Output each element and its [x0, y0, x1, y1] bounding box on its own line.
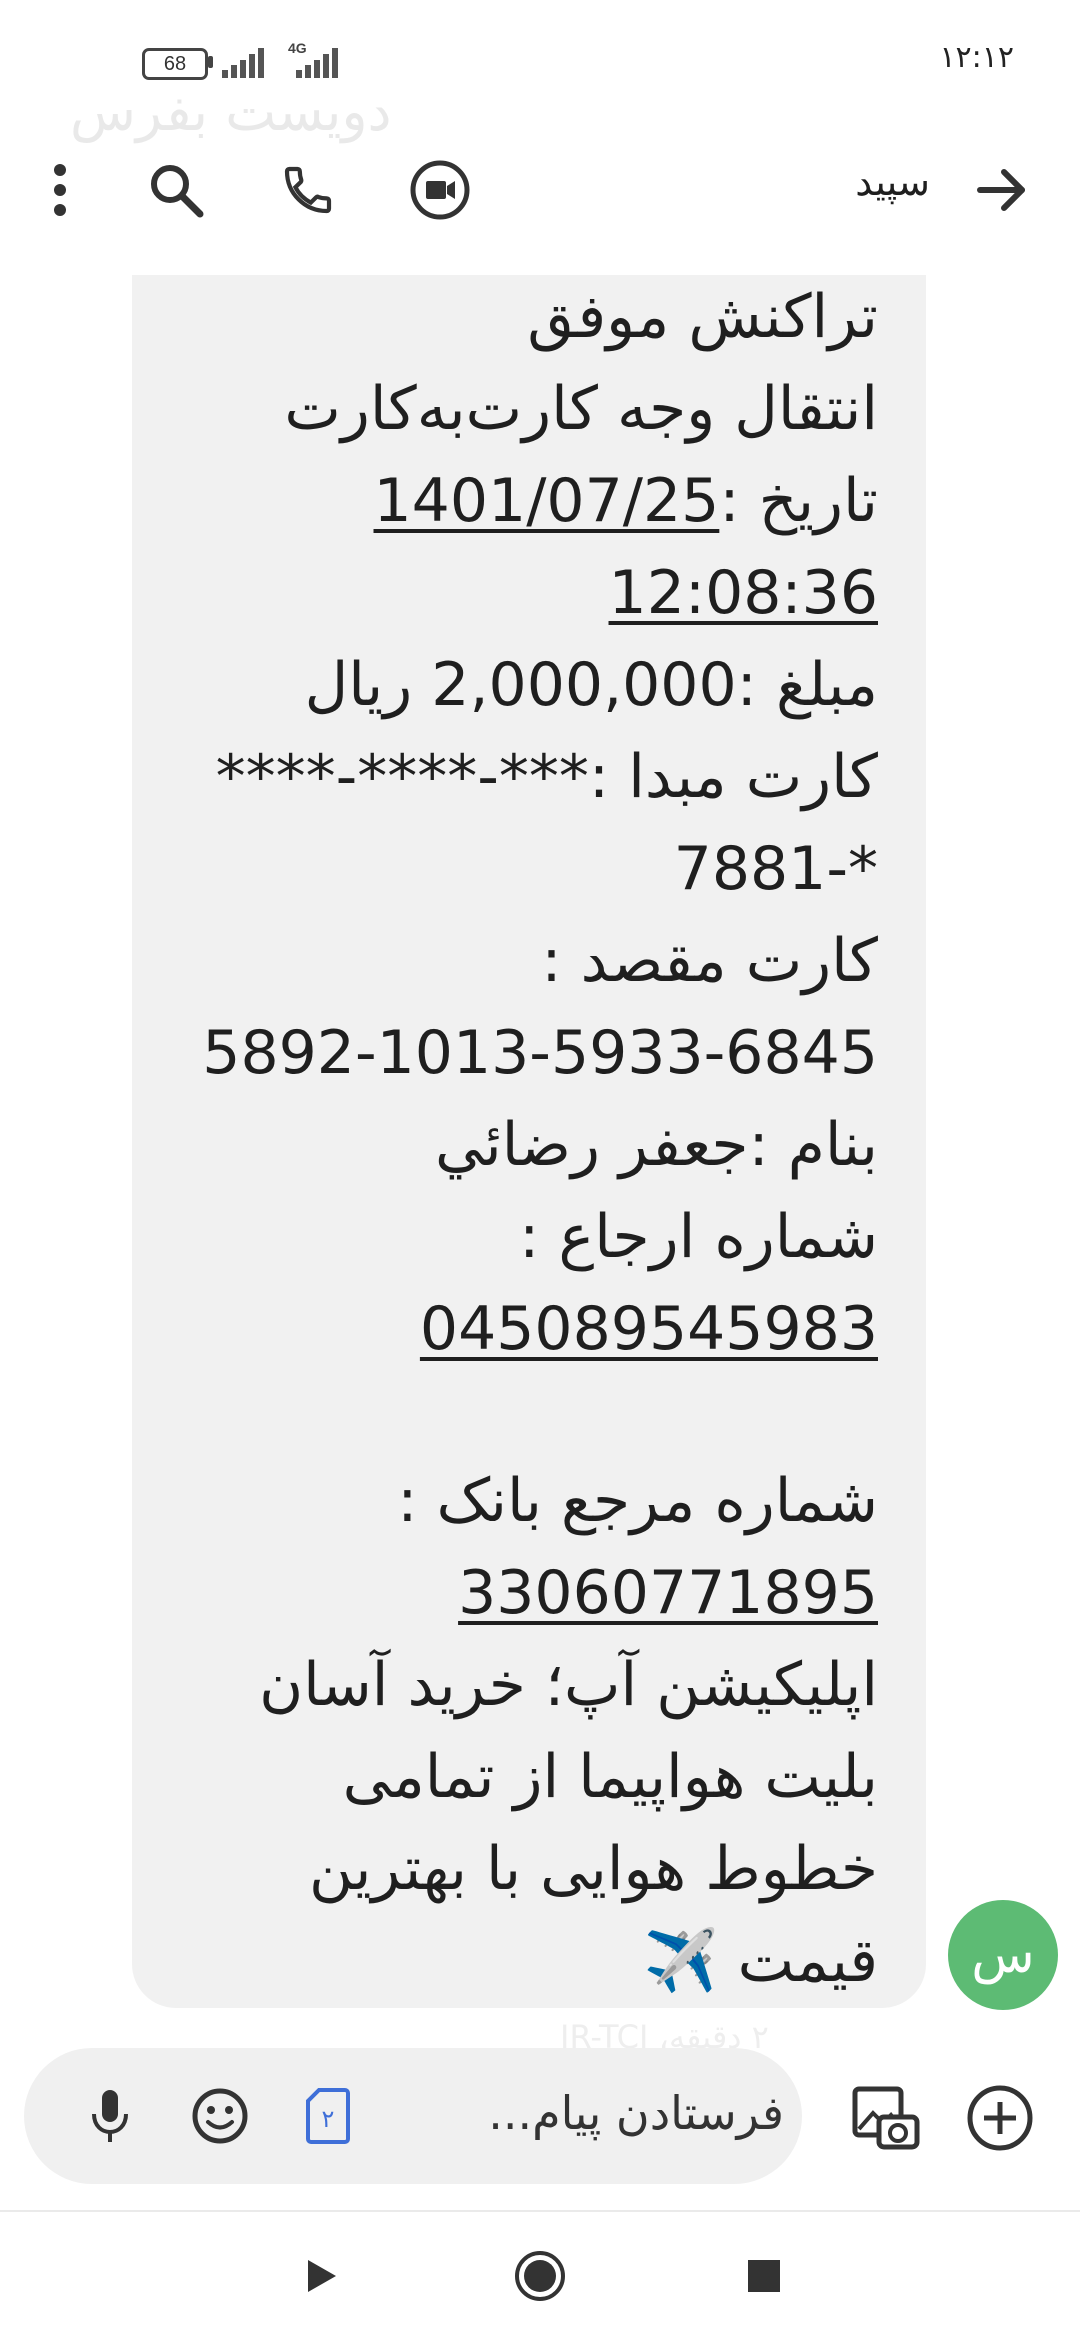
- reference-label: شماره ارجاع :: [519, 1202, 878, 1272]
- svg-text:۲: ۲: [322, 2105, 335, 2133]
- video-call-icon: [410, 160, 470, 220]
- emoji-button[interactable]: [184, 2080, 256, 2152]
- sender-avatar[interactable]: س: [948, 1900, 1058, 2010]
- ad-line: بلیت هواپیما از تمامی: [342, 1742, 878, 1812]
- battery-tip: [208, 56, 213, 68]
- recipient-name-line: بنام :جعفر رضائي: [435, 1110, 878, 1180]
- search-icon: [151, 165, 204, 218]
- attach-media-button[interactable]: [846, 2078, 926, 2158]
- nav-home-button[interactable]: [510, 2246, 570, 2306]
- search-button[interactable]: [136, 150, 216, 230]
- emoji-icon: [192, 2088, 248, 2144]
- nav-recents-button[interactable]: [734, 2246, 794, 2306]
- status-time: ۱۲:۱۲: [939, 40, 1014, 75]
- message-date-line: تاریخ :1401/07/25: [172, 455, 879, 547]
- add-attachment-button[interactable]: [960, 2078, 1040, 2158]
- reference-number-link[interactable]: 045089545983: [420, 1294, 878, 1364]
- message-text: تراکنش موفق انتقال وجه کارت‌به‌کارت تاریخ …: [172, 271, 878, 2007]
- gallery-camera-icon: [852, 2086, 920, 2150]
- video-call-button[interactable]: [400, 150, 480, 230]
- message-composer[interactable]: ۲ فرستادن پیام...: [24, 2048, 802, 2184]
- source-card-line: کارت مبدا :***-****-****: [215, 742, 878, 812]
- contact-name[interactable]: سپید: [855, 160, 930, 204]
- phone-icon: [284, 166, 332, 214]
- sim-selector-button[interactable]: ۲: [304, 2086, 352, 2146]
- system-navigation-bar: [0, 2212, 1080, 2340]
- battery-icon: 68: [142, 48, 208, 80]
- square-recents-icon: [748, 2260, 780, 2292]
- amount-line: مبلغ :2,000,000 ريال: [304, 650, 878, 720]
- message-bubble[interactable]: تراکنش موفق انتقال وجه کارت‌به‌کارت تاریخ …: [132, 275, 926, 2008]
- sim-card-icon: ۲: [306, 2088, 350, 2144]
- time-link[interactable]: 12:08:36: [609, 558, 878, 628]
- destination-card-number: 5892-1013-5933-6845: [202, 1018, 878, 1088]
- message-line: انتقال وجه کارت‌به‌کارت: [284, 374, 878, 444]
- message-line: تراکنش موفق: [527, 282, 878, 352]
- nav-back-button[interactable]: [290, 2246, 350, 2306]
- microphone-icon: [92, 2090, 128, 2142]
- signal-strength-icon-2: [296, 48, 342, 78]
- back-button[interactable]: [962, 150, 1042, 230]
- destination-card-label: کارت مقصد :: [541, 926, 878, 996]
- ad-line: خطوط هوایی با بهترین: [309, 1834, 878, 1904]
- date-link[interactable]: 1401/07/25: [374, 466, 720, 536]
- bank-reference-label: شماره مرجع بانک :: [397, 1466, 878, 1536]
- triangle-back-icon: [308, 2260, 336, 2292]
- voice-input-button[interactable]: [74, 2080, 146, 2152]
- conversation-app-bar: سپید: [0, 130, 1080, 250]
- circle-home-icon: [515, 2251, 565, 2301]
- bank-reference-link[interactable]: 33060771895: [458, 1558, 878, 1628]
- ad-line: قیمت ✈️: [643, 1926, 878, 1996]
- back-arrow-icon: [977, 169, 1025, 211]
- more-options-button[interactable]: [20, 150, 100, 230]
- phone-call-button[interactable]: [268, 150, 348, 230]
- more-vert-icon: [54, 164, 66, 216]
- date-label: تاریخ :: [719, 466, 878, 536]
- add-circle-icon: [967, 2085, 1033, 2151]
- source-card-tail: *-7881: [673, 834, 878, 904]
- signal-strength-icon: [222, 48, 268, 78]
- message-input[interactable]: فرستادن پیام...: [384, 2086, 784, 2140]
- ad-line: اپلیکیشن آپ؛ خرید آسان: [259, 1650, 878, 1720]
